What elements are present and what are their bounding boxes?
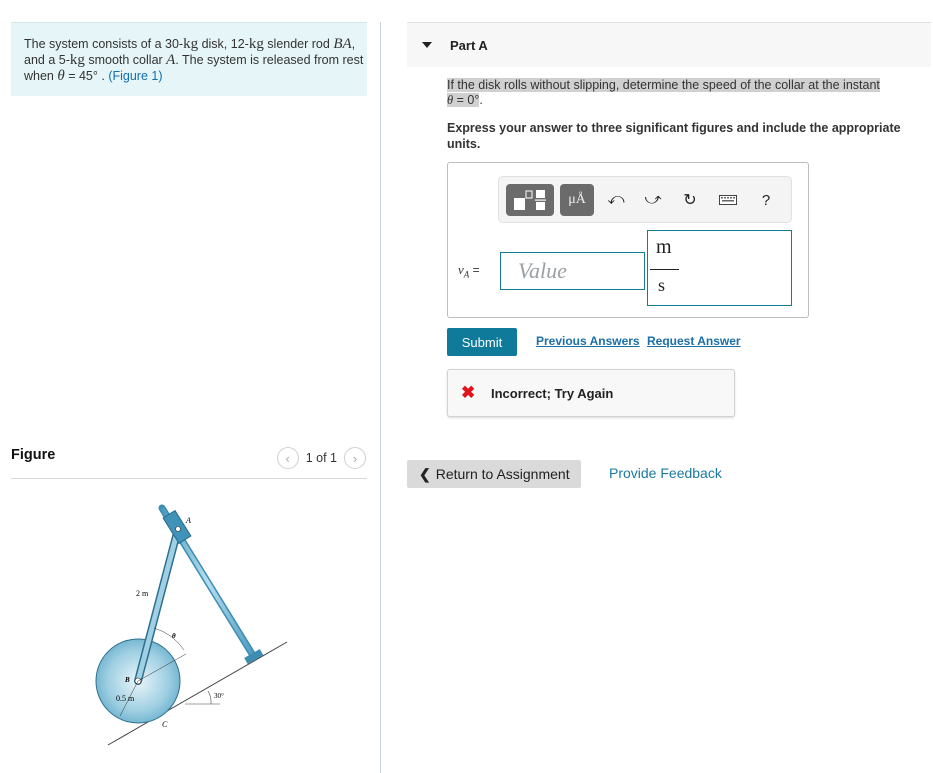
undo-icon[interactable]: ⤺ [605, 189, 627, 211]
feedback-message: ✖ Incorrect; Try Again [447, 369, 735, 417]
collapse-triangle-icon[interactable] [422, 42, 432, 48]
problem-statement: The system consists of a 30-kg disk, 12-… [11, 22, 367, 96]
left-panel: The system consists of a 30-kg disk, 12-… [0, 0, 380, 773]
unit-numerator: m [656, 236, 672, 258]
templates-icon [514, 190, 546, 210]
answer-instruction: Express your answer to three significant… [447, 121, 901, 151]
redo-icon[interactable]: ⤻ [642, 189, 664, 211]
return-to-assignment-button[interactable]: ❮ Return to Assignment [407, 460, 581, 488]
math-toolbar: μÅ ⤺ ⤻ ↻ ? [498, 176, 792, 223]
fraction-bar [650, 269, 679, 270]
feedback-text: Incorrect; Try Again [491, 386, 614, 401]
chevron-right-icon[interactable]: › [344, 447, 366, 469]
label-rod-length: 2 m [136, 589, 149, 598]
submit-button[interactable]: Submit [447, 328, 517, 356]
units-button[interactable]: μÅ [560, 184, 594, 216]
figure-title: Figure [11, 447, 56, 463]
figure-diagram: A B C θ 2 m 0.5 m 30° [95, 504, 288, 746]
value-input[interactable]: Value [500, 252, 645, 290]
previous-answers-link[interactable]: Previous Answers [536, 334, 640, 348]
figure-header: Figure ‹ 1 of 1 › [11, 445, 367, 479]
answer-box: μÅ ⤺ ⤻ ↻ ? vA = Value m s [447, 162, 809, 318]
reset-icon[interactable]: ↻ [679, 189, 701, 211]
part-title: Part A [450, 38, 488, 53]
label-incline-angle: 30° [214, 692, 224, 700]
label-C: C [162, 720, 168, 729]
part-a-header[interactable]: Part A [407, 22, 931, 67]
pager-text: 1 of 1 [305, 451, 337, 465]
label-B: B [124, 676, 130, 684]
units-input[interactable]: m s [647, 230, 792, 306]
answer-label: vA = [458, 262, 480, 280]
figure-link[interactable]: (Figure 1) [108, 69, 162, 83]
label-A: A [185, 516, 191, 525]
question-text: If the disk rolls without slipping, dete… [447, 78, 880, 107]
chevron-left-icon: ❮ [419, 465, 431, 482]
incorrect-x-icon: ✖ [461, 383, 476, 402]
incline-angle-arc [207, 690, 212, 705]
templates-button[interactable] [506, 184, 554, 216]
label-radius: 0.5 m [116, 694, 135, 703]
keyboard-icon[interactable] [717, 189, 739, 211]
provide-feedback-link[interactable]: Provide Feedback [609, 465, 722, 481]
right-panel: Part A If the disk rolls without slippin… [381, 0, 933, 773]
help-button[interactable]: ? [755, 189, 777, 211]
unit-denominator: s [658, 275, 666, 295]
chevron-left-icon[interactable]: ‹ [276, 447, 299, 469]
figure-pager: ‹ 1 of 1 › [276, 447, 366, 469]
request-answer-link[interactable]: Request Answer [647, 334, 741, 348]
label-theta: θ [172, 632, 176, 640]
